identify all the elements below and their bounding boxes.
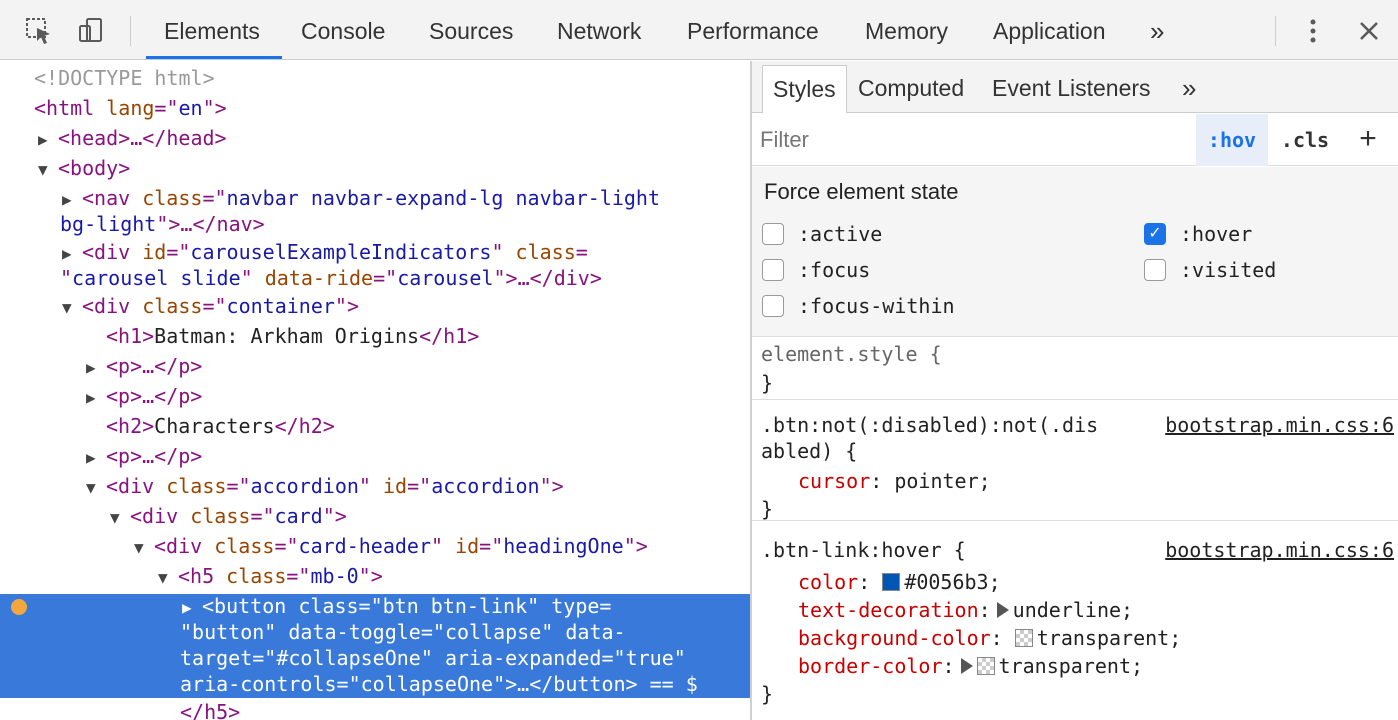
cls-toggle-button[interactable]: .cls (1274, 114, 1336, 166)
expand-arrow-icon[interactable]: ▶ (86, 445, 106, 471)
dom-card[interactable]: ▼ <div class="card"> (110, 503, 347, 531)
declaration-cursor[interactable]: cursor: pointer; (798, 467, 991, 495)
rule-selector[interactable]: element.style { (761, 340, 942, 368)
dom-button-cont-2[interactable]: target="#collapseOne" aria-expanded="tru… (180, 645, 686, 671)
dom-h5-close[interactable]: </h5> (180, 699, 240, 720)
dom-button-cont-1[interactable]: "button" data-toggle="collapse" data- (180, 619, 626, 645)
dom-p-3[interactable]: ▶ <p>…</p> (86, 443, 202, 471)
rule-btn-link-hover: .btn-link:hover { bootstrap.min.css:6 co… (752, 522, 1398, 720)
tab-application[interactable]: Application (993, 0, 1106, 60)
state-focus-checkbox[interactable]: :focus (762, 255, 870, 285)
toolbar-separator (130, 16, 131, 46)
more-tabs-button[interactable]: » (1182, 61, 1196, 113)
source-link[interactable]: bootstrap.min.css:6 (1165, 411, 1394, 439)
styles-tabs-bar: Styles Computed Event Listeners » (752, 61, 1398, 113)
inspect-element-icon[interactable] (22, 14, 56, 48)
dom-doctype[interactable]: <!DOCTYPE html> (34, 65, 215, 91)
rule-close: } (761, 497, 774, 521)
elements-tree: <!DOCTYPE html> <html lang="en"> ▶ <head>… (0, 61, 750, 720)
dom-carousel[interactable]: ▶ <div id="carouselExampleIndicators" cla… (62, 239, 588, 267)
tab-network[interactable]: Network (557, 0, 641, 60)
styles-sidebar: Styles Computed Event Listeners » :hov .… (752, 61, 1398, 720)
dom-h5[interactable]: ▼ <h5 class="mb-0"> (158, 563, 383, 591)
expand-arrow-icon[interactable]: ▶ (86, 355, 106, 381)
checkmark-icon[interactable]: ✓ (1144, 223, 1166, 245)
rule-close: } (761, 682, 774, 706)
force-element-state-panel: Force element state :active ✓:hover :foc… (752, 167, 1398, 337)
kebab-menu-icon[interactable] (1296, 14, 1330, 48)
new-style-rule-button[interactable]: + (1348, 114, 1388, 166)
tab-performance[interactable]: Performance (687, 0, 819, 60)
active-tab-indicator (146, 56, 282, 59)
state-hover-checkbox[interactable]: ✓:hover (1144, 219, 1252, 249)
declaration-background-color[interactable]: background-color: transparent; (798, 624, 1181, 652)
dom-card-header[interactable]: ▼ <div class="card-header" id="headingOne… (134, 533, 648, 561)
dom-p-2[interactable]: ▶ <p>…</p> (86, 383, 202, 411)
expand-arrow-icon[interactable]: ▶ (38, 127, 58, 153)
dom-carousel-cont[interactable]: "carousel slide" data-ride="carousel">…<… (60, 265, 602, 291)
tab-computed[interactable]: Computed (858, 61, 964, 113)
tab-elements[interactable]: Elements (164, 0, 260, 60)
tab-styles[interactable]: Styles (762, 65, 847, 113)
expand-shorthand-icon[interactable] (960, 658, 973, 674)
tab-event-listeners[interactable]: Event Listeners (992, 61, 1151, 113)
dom-accordion[interactable]: ▼ <div class="accordion" id="accordion"> (86, 473, 564, 501)
force-state-title: Force element state (764, 179, 959, 204)
rule-btn-not-disabled: .btn:not(:disabled):not(.dis bootstrap.m… (752, 401, 1398, 521)
dom-body[interactable]: ▼ <body> (38, 155, 130, 183)
rule-element-style: element.style { } (752, 338, 1398, 400)
dom-html[interactable]: <html lang="en"> (34, 95, 227, 121)
tab-sources[interactable]: Sources (429, 0, 513, 60)
dom-head[interactable]: ▶ <head>…</head> (38, 125, 227, 153)
color-swatch-icon[interactable] (882, 573, 901, 591)
checkbox-icon[interactable] (762, 295, 784, 317)
checkbox-icon[interactable] (1144, 259, 1166, 281)
expand-shorthand-icon[interactable] (996, 602, 1009, 618)
collapse-arrow-icon[interactable]: ▼ (38, 157, 58, 183)
device-toolbar-icon[interactable] (74, 14, 108, 48)
dom-container[interactable]: ▼ <div class="container"> (62, 293, 359, 321)
dom-h1[interactable]: <h1>Batman: Arkham Origins</h1> (106, 323, 479, 349)
rule-selector[interactable]: .btn-link:hover { (761, 536, 966, 564)
state-active-checkbox[interactable]: :active (762, 219, 882, 249)
state-focus-within-checkbox[interactable]: :focus-within (762, 291, 955, 321)
rule-selector-cont[interactable]: abled) { (761, 437, 857, 465)
filter-input[interactable] (760, 122, 1180, 158)
expand-arrow-icon[interactable]: ▶ (62, 187, 82, 213)
collapse-arrow-icon[interactable]: ▼ (110, 505, 130, 531)
source-link[interactable]: bootstrap.min.css:6 (1165, 536, 1394, 564)
transparent-swatch-icon[interactable] (1014, 629, 1033, 647)
collapse-arrow-icon[interactable]: ▼ (158, 565, 178, 591)
dom-button-selected[interactable]: ▶ <button class="btn btn-link" type= (182, 593, 611, 621)
dom-p-1[interactable]: ▶ <p>…</p> (86, 353, 202, 381)
dom-nav[interactable]: ▶ <nav class="navbar navbar-expand-lg nav… (62, 185, 660, 213)
rule-selector[interactable]: .btn:not(:disabled):not(.dis (761, 411, 1098, 439)
tab-memory[interactable]: Memory (865, 0, 948, 60)
hov-toggle-button[interactable]: :hov (1196, 114, 1268, 166)
expand-arrow-icon[interactable]: ▶ (182, 595, 202, 621)
declaration-color[interactable]: color: #0056b3; (798, 568, 1001, 596)
collapse-arrow-icon[interactable]: ▼ (134, 535, 154, 561)
rule-close: } (761, 371, 774, 395)
expand-arrow-icon[interactable]: ▶ (86, 385, 106, 411)
declaration-border-color[interactable]: border-color: transparent; (798, 652, 1143, 680)
dom-nav-cont[interactable]: bg-light">…</nav> (60, 211, 265, 237)
toolbar-separator-right (1275, 16, 1276, 46)
checkbox-icon[interactable] (762, 223, 784, 245)
dom-button-cont-3[interactable]: aria-controls="collapseOne">…</button> =… (180, 671, 698, 697)
collapse-arrow-icon[interactable]: ▼ (62, 295, 82, 321)
declaration-text-decoration[interactable]: text-decoration: underline; (798, 596, 1133, 624)
more-tabs-button[interactable]: » (1150, 0, 1164, 60)
breakpoint-dot-icon[interactable] (11, 599, 27, 615)
collapse-arrow-icon[interactable]: ▼ (86, 475, 106, 501)
close-icon[interactable] (1352, 14, 1386, 48)
transparent-swatch-icon[interactable] (976, 657, 995, 675)
state-visited-checkbox[interactable]: :visited (1144, 255, 1276, 285)
tab-console[interactable]: Console (301, 0, 385, 60)
dom-h2[interactable]: <h2>Characters</h2> (106, 413, 335, 439)
expand-arrow-icon[interactable]: ▶ (62, 241, 82, 267)
checkbox-icon[interactable] (762, 259, 784, 281)
devtools-toolbar: Elements Console Sources Network Perform… (0, 0, 1398, 60)
